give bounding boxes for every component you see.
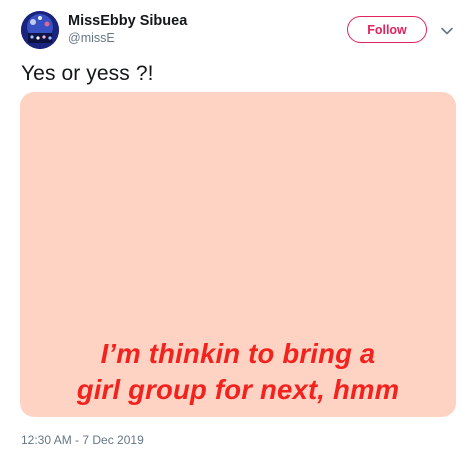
tweet-text: Yes or yess ?! — [21, 62, 154, 85]
tweet-timestamp[interactable]: 12:30 AM - 7 Dec 2019 — [21, 433, 144, 447]
avatar[interactable] — [21, 11, 59, 49]
media-caption-line: girl group for next, hmm — [76, 374, 400, 405]
user-handle[interactable]: @missE — [68, 31, 115, 45]
follow-button[interactable]: Follow — [347, 16, 427, 43]
media-caption-line: I’m thinkin to bring a — [100, 338, 376, 369]
tweet-menu-button[interactable] — [440, 24, 454, 36]
chevron-down-icon — [441, 27, 453, 35]
avatar-image — [21, 11, 59, 49]
tweet-media-image[interactable]: I’m thinkin to bring a girl group for ne… — [20, 92, 456, 417]
tweet-card: MissEbby Sibuea @missE Follow Yes or yes… — [0, 0, 476, 454]
display-name[interactable]: MissEbby Sibuea — [68, 13, 187, 29]
